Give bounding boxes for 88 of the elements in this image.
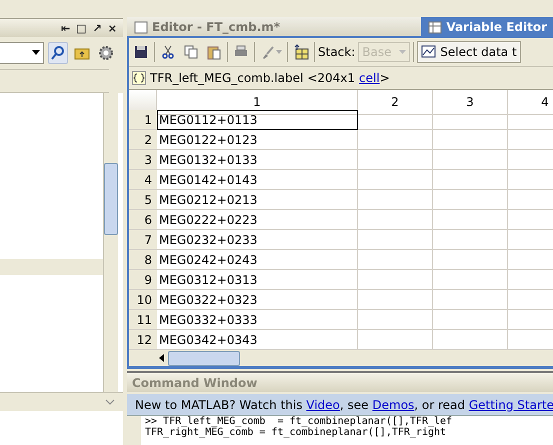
command-window-title: Command Window <box>127 371 553 392</box>
column-header[interactable]: 1 <box>157 90 358 115</box>
help-link[interactable]: Video <box>306 398 340 412</box>
row-header[interactable]: 9 <box>129 270 157 290</box>
table-cell[interactable] <box>358 150 433 170</box>
table-cell[interactable] <box>433 270 508 290</box>
table-cell[interactable] <box>358 270 433 290</box>
info-message: New to MATLAB? Watch this Video, see Demos, or read Getting Starte <box>135 398 553 412</box>
row-header[interactable]: 3 <box>129 150 157 170</box>
copy-icon <box>183 44 199 60</box>
table-cell[interactable]: MEG0112+0113 <box>157 110 358 130</box>
table-cell[interactable] <box>433 310 508 330</box>
class-link[interactable]: cell <box>359 71 380 85</box>
path-dropdown[interactable] <box>0 42 44 64</box>
table-cell[interactable]: MEG0312+0313 <box>157 270 358 290</box>
title-bar-button[interactable]: × <box>108 22 117 34</box>
command-line: TFR_right_MEG_comb = ft_combineplanar([],TFR_right <box>145 427 448 438</box>
table-cell[interactable] <box>358 170 433 190</box>
scroll-left-icon <box>159 354 164 362</box>
caret-icon <box>399 50 406 54</box>
table-cell[interactable]: MEG0212+0213 <box>157 190 358 210</box>
row-header[interactable]: 11 <box>129 310 157 330</box>
table-cell[interactable] <box>358 290 433 310</box>
editor-tab[interactable]: Editor - FT_cmb.m* <box>127 17 422 36</box>
brush-icon <box>260 44 276 60</box>
row-header[interactable]: 12 <box>129 330 157 350</box>
table-cell[interactable]: MEG0132+0133 <box>157 150 358 170</box>
table-cell[interactable] <box>358 130 433 150</box>
title-bar-button[interactable]: ⇤ <box>60 22 70 34</box>
caret-icon <box>276 50 282 54</box>
scissors-icon <box>160 44 176 60</box>
help-link[interactable]: Getting Starte <box>468 398 553 412</box>
table-cell[interactable] <box>358 230 433 250</box>
chevron-down-icon <box>105 399 115 405</box>
command-line: >> TFR_left_MEG_comb = ft_combineplanar([],TFR_lef <box>145 416 454 427</box>
table-cell[interactable] <box>433 170 508 190</box>
table-icon <box>427 18 444 34</box>
table-cell[interactable] <box>433 190 508 210</box>
caret-icon <box>32 50 40 56</box>
table-cell[interactable]: MEG0242+0243 <box>157 250 358 270</box>
table-cell[interactable]: MEG0222+0223 <box>157 210 358 230</box>
title-bar-button[interactable]: □ <box>76 22 87 34</box>
search-button[interactable] <box>48 42 68 64</box>
vertical-scrollbar[interactable] <box>103 93 118 392</box>
table-cell[interactable] <box>358 310 433 330</box>
scrollbar-thumb[interactable] <box>104 163 118 235</box>
variable-size: <204x1 <box>307 71 356 85</box>
table-cell[interactable] <box>433 210 508 230</box>
table-cell[interactable] <box>433 130 508 150</box>
row-header[interactable]: 6 <box>129 210 157 230</box>
row-header[interactable]: 5 <box>129 190 157 210</box>
chart-icon <box>421 44 438 60</box>
select-data-button[interactable]: Select data t <box>417 41 521 63</box>
table-cell[interactable] <box>433 150 508 170</box>
list-row[interactable] <box>0 259 103 275</box>
row-header[interactable]: 1 <box>129 110 157 130</box>
table-icon <box>293 44 309 60</box>
braces-icon <box>132 71 146 85</box>
stack-label: Stack: <box>318 45 356 59</box>
document-icon <box>133 18 149 34</box>
table-cell[interactable] <box>358 210 433 230</box>
row-header[interactable]: 10 <box>129 290 157 310</box>
editor-tab[interactable]: Variable Editor <box>421 17 553 36</box>
search-icon <box>50 45 66 61</box>
scrollbar-thumb[interactable] <box>168 350 240 366</box>
table-cell[interactable] <box>433 250 508 270</box>
table-cell[interactable] <box>433 290 508 310</box>
column-header[interactable]: 2 <box>358 90 433 115</box>
column-header[interactable]: 3 <box>433 90 508 115</box>
table-cell[interactable] <box>433 230 508 250</box>
row-header[interactable]: 7 <box>129 230 157 250</box>
save-icon <box>133 44 149 60</box>
table-cell[interactable]: MEG0232+0233 <box>157 230 358 250</box>
gear-icon <box>98 45 114 61</box>
closing-bracket: > <box>380 71 390 85</box>
table-cell[interactable] <box>358 250 433 270</box>
table-cell[interactable]: MEG0122+0123 <box>157 130 358 150</box>
table-cell[interactable] <box>358 190 433 210</box>
row-header[interactable]: 4 <box>129 170 157 190</box>
row-header[interactable]: 8 <box>129 250 157 270</box>
title-bar-button[interactable]: ↗ <box>92 22 102 34</box>
table-cell[interactable]: MEG0332+0333 <box>157 310 358 330</box>
row-header[interactable]: 2 <box>129 130 157 150</box>
help-link[interactable]: Demos <box>372 398 414 412</box>
clipboard-icon <box>206 44 222 60</box>
variable-name: TFR_left_MEG_comb.label <box>150 71 304 85</box>
table-cell[interactable]: MEG0322+0323 <box>157 290 358 310</box>
table-cell[interactable]: MEG0142+0143 <box>157 170 358 190</box>
